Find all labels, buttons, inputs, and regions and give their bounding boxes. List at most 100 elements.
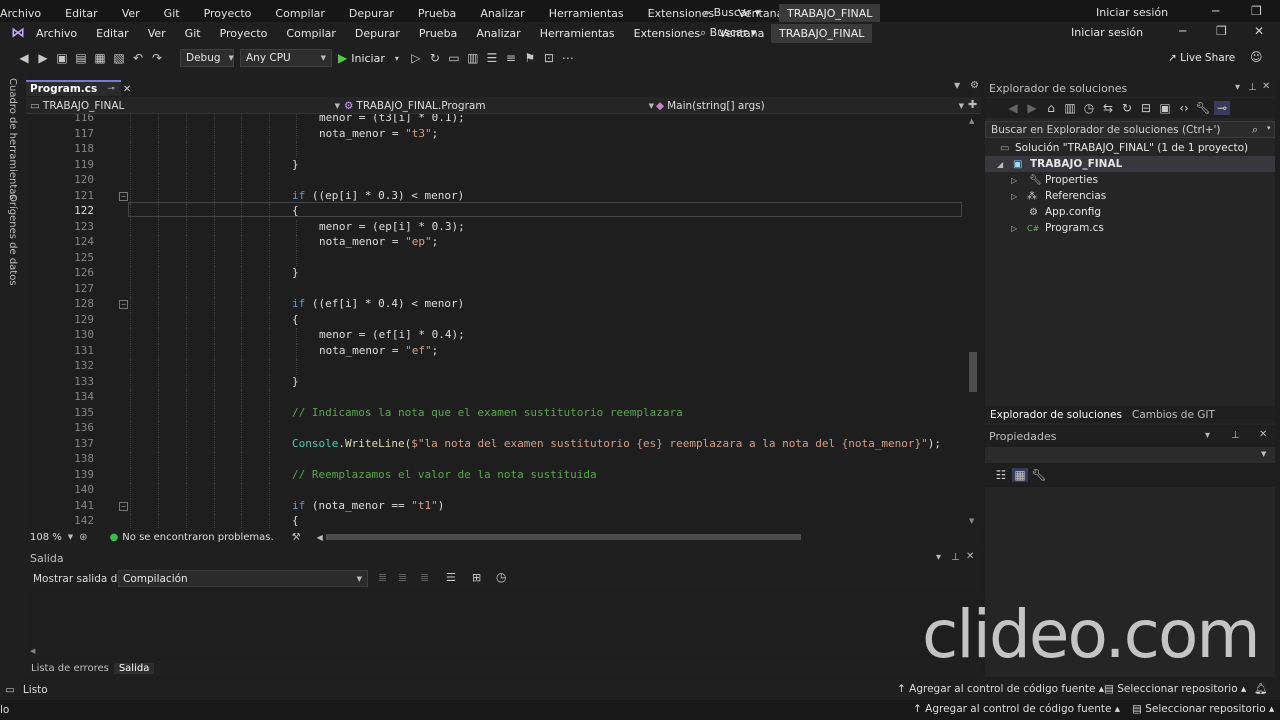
- code-line[interactable]: 140: [26, 483, 966, 499]
- home-icon[interactable]: ⌂: [1043, 101, 1059, 115]
- split-icon[interactable]: ✚: [968, 98, 977, 111]
- output-body[interactable]: ◀: [26, 590, 981, 656]
- code-line[interactable]: 125: [26, 250, 966, 266]
- nav-member-select[interactable]: ◆ Main(string[] args) ▼: [656, 97, 964, 114]
- props-close-icon[interactable]: ✕: [1259, 429, 1267, 440]
- data-sources-tab[interactable]: Orígenes de datos: [7, 194, 18, 286]
- format-icon[interactable]: ☰: [484, 51, 500, 65]
- notifications-icon[interactable]: 🔔︎: [1254, 682, 1267, 695]
- open-icon[interactable]: ▤: [73, 51, 89, 65]
- show-all-files-icon[interactable]: ▣: [1157, 101, 1173, 115]
- alphabetical-icon[interactable]: ▦: [1012, 468, 1028, 482]
- tab-solution-explorer[interactable]: Explorador de soluciones: [985, 409, 1127, 421]
- start-dropdown-icon[interactable]: ▾: [389, 54, 405, 63]
- layout-icon[interactable]: ▥: [465, 51, 481, 65]
- bookmark-next-icon[interactable]: ⊡: [541, 51, 557, 65]
- code-line[interactable]: 133}: [26, 374, 966, 390]
- code-line[interactable]: 116 menor = (t3[i] * 0.1);: [26, 114, 966, 127]
- collapse-region-icon[interactable]: −: [119, 501, 128, 511]
- view-code-icon[interactable]: ‹›: [1176, 101, 1192, 115]
- collapse-region-icon[interactable]: −: [119, 300, 128, 309]
- menu-proyecto[interactable]: Proyecto: [220, 27, 268, 40]
- editor-horizontal-scroll-thumb[interactable]: [326, 534, 801, 540]
- code-line[interactable]: 136: [26, 421, 966, 437]
- references-expand-icon[interactable]: ▷: [1011, 192, 1017, 201]
- scroll-up-icon[interactable]: ▲: [969, 117, 974, 125]
- refresh-icon[interactable]: ↻: [1119, 101, 1135, 115]
- cleanup-icon[interactable]: ⚒: [292, 532, 301, 543]
- menu-git[interactable]: Git: [185, 27, 201, 40]
- se-search-icon[interactable]: ⌕: [1252, 123, 1258, 137]
- code-line[interactable]: 117 nota_menor = "t3";: [26, 126, 966, 142]
- comment-icon[interactable]: ≡: [503, 51, 519, 65]
- code-line[interactable]: 130 menor = (ef[i] * 0.4);: [26, 328, 966, 344]
- code-line[interactable]: 119}: [26, 157, 966, 173]
- project-expand-icon[interactable]: ◢: [997, 160, 1003, 169]
- start-icon[interactable]: ▶: [338, 51, 347, 65]
- select-repo-button[interactable]: ▤ Seleccionar repositorio ▴: [1104, 683, 1246, 695]
- undo-icon[interactable]: ↶: [130, 51, 146, 65]
- tab-list-icon[interactable]: ▼: [954, 81, 960, 90]
- bookmark-icon[interactable]: ⚑: [522, 51, 538, 65]
- code-line[interactable]: 134: [26, 390, 966, 406]
- tab-output[interactable]: Salida: [113, 662, 155, 674]
- props-options-icon[interactable]: ▾: [1205, 430, 1210, 441]
- add-source-control-button[interactable]: ↑ Agregar al control de código fuente ▴: [897, 683, 1104, 695]
- live-share-button[interactable]: ↗ Live Share: [1168, 52, 1235, 64]
- collapse-all-icon[interactable]: ⊟: [1138, 101, 1154, 115]
- menu-ver[interactable]: Ver: [148, 27, 166, 40]
- intellicode-icon[interactable]: ⊛: [79, 532, 87, 543]
- toggle-wrap-icon[interactable]: ⊞: [472, 571, 481, 584]
- code-line[interactable]: 127: [26, 281, 966, 297]
- tab-git-changes[interactable]: Cambios de GIT: [1127, 409, 1220, 421]
- code-line[interactable]: 131 nota_menor = "ef";: [26, 343, 966, 359]
- menu-herramientas[interactable]: Herramientas: [540, 27, 615, 40]
- se-search-options-icon[interactable]: ▾: [1267, 124, 1271, 132]
- start-button[interactable]: Iniciar: [351, 52, 385, 65]
- editor-vertical-scrollbar[interactable]: [966, 114, 980, 529]
- se-options-icon[interactable]: ▾: [1235, 82, 1240, 93]
- browse-icon[interactable]: ▭: [446, 51, 462, 65]
- output-hscroll-left-icon[interactable]: ◀: [30, 647, 35, 655]
- properties-wrench-icon[interactable]: 🔧︎: [1195, 101, 1211, 115]
- se-close-icon[interactable]: ✕: [1262, 81, 1270, 92]
- property-pages-icon[interactable]: 🔧︎: [1031, 468, 1047, 482]
- menu-compilar[interactable]: Compilar: [286, 27, 335, 40]
- goto-prev-icon[interactable]: ≣: [378, 571, 387, 584]
- code-line[interactable]: 120: [26, 173, 966, 189]
- se-back-icon[interactable]: ◀: [1005, 101, 1021, 115]
- zoom-level[interactable]: 108 %: [30, 532, 62, 543]
- close-icon[interactable]: ✕: [1254, 24, 1264, 38]
- program-expand-icon[interactable]: ▷: [1011, 224, 1017, 233]
- code-line[interactable]: 129 {: [26, 312, 966, 328]
- code-line[interactable]: 118: [26, 142, 966, 158]
- pending-changes-icon[interactable]: ◷: [1081, 101, 1097, 115]
- menu-prueba[interactable]: Prueba: [419, 27, 457, 40]
- pin-icon[interactable]: ⊸: [107, 84, 115, 94]
- nav-project-select[interactable]: ▭ TRABAJO_FINAL ▼: [30, 97, 340, 114]
- code-line[interactable]: 135 // Indicamos la nota que el examen su…: [26, 405, 966, 421]
- config-select[interactable]: Debug ▼: [180, 49, 234, 67]
- menu-depurar[interactable]: Depurar: [355, 27, 400, 40]
- props-pin-icon[interactable]: ⊥: [1231, 430, 1240, 441]
- menu-extensiones[interactable]: Extensiones: [634, 27, 701, 40]
- clear-icon[interactable]: ≣: [420, 571, 429, 584]
- save-all-icon[interactable]: ▧: [111, 51, 127, 65]
- platform-select[interactable]: Any CPU ▼: [240, 49, 332, 67]
- menu-analizar[interactable]: Analizar: [476, 27, 520, 40]
- zoom-dropdown-icon[interactable]: ▼: [68, 533, 73, 541]
- tree-item-program-cs[interactable]: ▷ C# Program.cs: [985, 220, 1275, 236]
- tree-solution[interactable]: ▭ Solución "TRABAJO_FINAL" (1 de 1 proye…: [985, 140, 1275, 156]
- output-close-icon[interactable]: ✕: [966, 551, 974, 562]
- switch-views-icon[interactable]: ▥: [1062, 101, 1078, 115]
- code-line[interactable]: 126}: [26, 266, 966, 282]
- categorized-icon[interactable]: ☷: [993, 468, 1009, 482]
- tab-error-list[interactable]: Lista de errores: [26, 663, 114, 674]
- redo-icon[interactable]: ↷: [149, 51, 165, 65]
- search-button[interactable]: ⌕ Buscar ▾: [700, 26, 756, 40]
- code-editor[interactable]: 116 menor = (t3[i] * 0.1); 117 nota_menor =…: [26, 114, 966, 529]
- output-source-select[interactable]: Compilación ▼: [118, 570, 368, 587]
- minimize-icon[interactable]: ─: [1179, 24, 1186, 38]
- code-line[interactable]: 128 − if ((ef[i] * 0.4) < menor): [26, 297, 966, 313]
- code-line[interactable]: 132: [26, 359, 966, 375]
